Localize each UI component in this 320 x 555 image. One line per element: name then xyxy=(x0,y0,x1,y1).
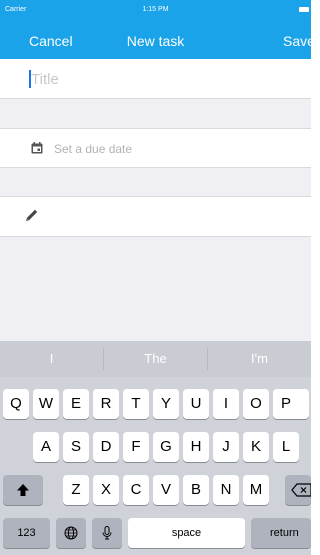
key-l[interactable]: L xyxy=(273,432,299,462)
key-h[interactable]: H xyxy=(183,432,209,462)
key-t[interactable]: T xyxy=(123,389,149,419)
status-time: 1:15 PM xyxy=(142,6,169,13)
key-a[interactable]: A xyxy=(33,432,59,462)
key-w[interactable]: W xyxy=(33,389,59,419)
key-k[interactable]: K xyxy=(243,432,269,462)
prediction-1[interactable]: I xyxy=(0,341,103,377)
app-header: Carrier 1:15 PM Cancel New task Save xyxy=(0,0,311,59)
key-s[interactable]: S xyxy=(63,432,89,462)
key-b[interactable]: B xyxy=(183,475,209,505)
key-d[interactable]: D xyxy=(93,432,119,462)
due-date-row[interactable]: Set a due date xyxy=(0,128,311,168)
calendar-icon xyxy=(31,142,43,154)
return-key[interactable]: return xyxy=(251,518,311,548)
backspace-key[interactable] xyxy=(285,475,311,505)
key-e[interactable]: E xyxy=(63,389,89,419)
backspace-icon xyxy=(291,483,311,497)
keyboard: I The I'm Q W E R T Y U I O P A S D F G … xyxy=(0,341,311,555)
key-u[interactable]: U xyxy=(183,389,209,419)
new-task-screen: Carrier 1:15 PM Cancel New task Save Set… xyxy=(0,0,311,555)
numbers-key[interactable]: 123 xyxy=(3,518,50,548)
prediction-2[interactable]: The xyxy=(104,341,207,377)
note-input[interactable] xyxy=(50,207,300,227)
title-input[interactable] xyxy=(31,68,291,90)
key-v[interactable]: V xyxy=(153,475,179,505)
key-r[interactable]: R xyxy=(93,389,119,419)
prediction-3[interactable]: I'm xyxy=(208,341,311,377)
key-o[interactable]: O xyxy=(243,389,269,419)
title-row xyxy=(0,59,311,99)
page-title: New task xyxy=(126,33,185,49)
shift-icon xyxy=(17,484,29,497)
battery-icon xyxy=(299,7,309,12)
globe-icon xyxy=(64,526,78,540)
key-f[interactable]: F xyxy=(123,432,149,462)
key-c[interactable]: C xyxy=(123,475,149,505)
key-x[interactable]: X xyxy=(93,475,119,505)
note-row xyxy=(0,196,311,237)
status-bar: Carrier 1:15 PM xyxy=(0,0,311,20)
globe-key[interactable] xyxy=(56,518,86,548)
key-g[interactable]: G xyxy=(153,432,179,462)
save-button[interactable]: Save xyxy=(283,33,311,49)
key-i[interactable]: I xyxy=(213,389,239,419)
key-y[interactable]: Y xyxy=(153,389,179,419)
shift-key[interactable] xyxy=(3,475,43,505)
microphone-icon xyxy=(102,526,112,540)
due-date-label: Set a due date xyxy=(54,142,133,156)
key-m[interactable]: M xyxy=(243,475,269,505)
key-p[interactable]: P xyxy=(273,389,309,419)
predictive-bar: I The I'm xyxy=(0,341,311,377)
nav-bar: Cancel New task Save xyxy=(0,20,311,59)
pencil-icon xyxy=(26,209,38,221)
key-z[interactable]: Z xyxy=(63,475,89,505)
key-n[interactable]: N xyxy=(213,475,239,505)
key-q[interactable]: Q xyxy=(3,389,29,419)
microphone-key[interactable] xyxy=(92,518,122,548)
key-j[interactable]: J xyxy=(213,432,239,462)
space-key[interactable]: space xyxy=(128,518,245,548)
